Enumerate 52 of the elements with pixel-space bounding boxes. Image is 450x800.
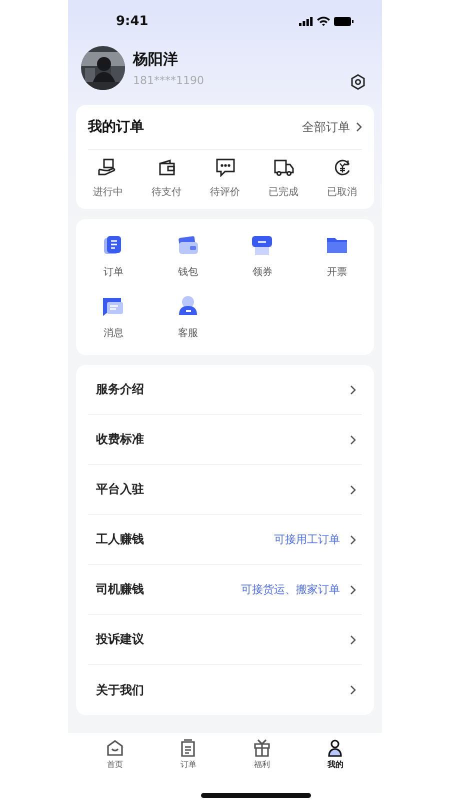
chevron-icon: [350, 384, 356, 394]
service-button[interactable]: 订单: [91, 234, 136, 279]
person-icon: [176, 295, 199, 317]
document-icon: [179, 739, 198, 757]
yuan-refresh-icon: [332, 158, 352, 177]
person-icon: [326, 739, 344, 757]
service-button[interactable]: 钱包: [166, 234, 210, 279]
service-button[interactable]: 领券: [240, 234, 284, 279]
user-name: 杨阳洋: [133, 50, 179, 68]
order-status-button[interactable]: 待评价: [205, 158, 245, 199]
order-status-button[interactable]: 已取消: [322, 158, 362, 199]
chevron-icon: [350, 534, 356, 544]
home-icon: [106, 739, 124, 757]
gift-icon: [252, 739, 271, 757]
menu-item[interactable]: 收费标准: [88, 415, 362, 465]
chevron-icon: [350, 584, 356, 594]
signal-icon: [299, 16, 313, 26]
tab[interactable]: 福利: [225, 739, 298, 770]
service-button[interactable]: 消息: [91, 295, 136, 340]
chevron-icon: [350, 434, 356, 444]
menu-item[interactable]: 司机赚钱 可接货运、搬家订单: [88, 565, 362, 615]
menu-item[interactable]: 平台入驻: [88, 465, 362, 515]
hand-box-icon: [98, 158, 118, 177]
section-title: 我的订单: [88, 118, 144, 136]
wallet-icon: [176, 234, 199, 256]
chevron-icon: [350, 484, 356, 494]
menu-item[interactable]: 投诉建议: [88, 615, 362, 665]
truck-icon: [274, 158, 294, 177]
chevron-icon: [356, 122, 362, 132]
ticket-icon: [251, 234, 274, 256]
message-icon: [102, 295, 124, 317]
wallet-icon: [158, 158, 176, 177]
service-button[interactable]: 开票: [314, 234, 359, 279]
menu-item[interactable]: 服务介绍: [88, 365, 362, 415]
order-status-button[interactable]: 已完成: [264, 158, 304, 199]
tab[interactable]: 首页: [78, 739, 152, 770]
menu-item[interactable]: 关于我们: [88, 665, 362, 715]
tab[interactable]: 我的: [298, 739, 372, 770]
status-time: 9:41: [116, 14, 148, 28]
chevron-icon: [350, 685, 356, 695]
wifi-icon: [317, 16, 330, 26]
all-orders-link[interactable]: 全部订单: [302, 118, 362, 136]
chat-icon: [216, 158, 234, 177]
menu-item[interactable]: 工人赚钱 可接用工订单: [88, 515, 362, 565]
chevron-icon: [350, 634, 356, 644]
phone-number: 181****1190: [133, 74, 205, 86]
order-status-button[interactable]: 进行中: [88, 158, 128, 199]
battery-icon: [334, 16, 354, 26]
order-status-button[interactable]: 待支付: [146, 158, 186, 199]
service-button[interactable]: 客服: [166, 295, 210, 340]
tab[interactable]: 订单: [152, 739, 225, 770]
settings-icon[interactable]: [350, 74, 366, 90]
